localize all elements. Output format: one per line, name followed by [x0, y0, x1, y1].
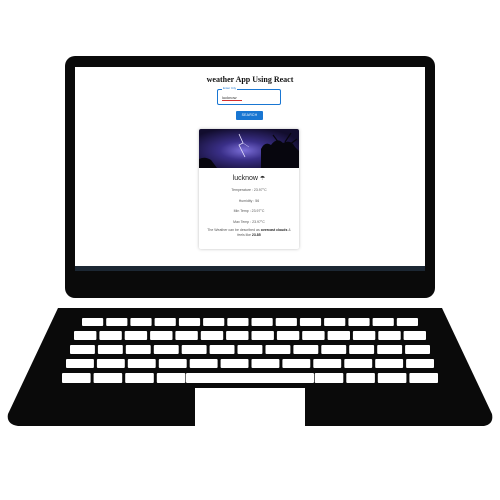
search-button[interactable]: SEARCH: [236, 111, 263, 120]
screen-footer-bar: [75, 266, 425, 271]
keyboard-key: [251, 359, 280, 368]
keyboard-key: [321, 345, 347, 354]
keyboard-key: [153, 345, 179, 354]
keyboard-key: [66, 359, 94, 368]
keyboard-key: [349, 345, 375, 354]
keyboard-key: [93, 373, 123, 383]
keyboard-key: [409, 373, 438, 383]
keyboard-key: [99, 331, 122, 340]
city-input[interactable]: Enter City lucknow: [217, 86, 281, 105]
keyboard-key: [74, 331, 97, 340]
keyboard-key: [352, 331, 376, 340]
spellcheck-underline: [222, 100, 242, 101]
keyboard-key: [158, 359, 187, 368]
keyboard-key: [405, 345, 430, 354]
keyboard-key: [200, 331, 224, 340]
keyboard-key: [181, 345, 207, 354]
keyboard-key: [237, 345, 263, 354]
keyboard-key: [127, 359, 156, 368]
keyboard-key: [220, 359, 249, 368]
weather-image: [199, 129, 299, 168]
keyboard-key: [327, 331, 350, 340]
min-temp-text: Min Temp : 23.97°C: [233, 209, 265, 213]
humidity-text: Humidity : 56: [238, 199, 260, 203]
keyboard-key: [282, 359, 311, 368]
feels-like-value: 23.85: [251, 233, 261, 237]
keyboard-key: [70, 345, 95, 354]
keyboard-key: [106, 318, 128, 326]
weather-card: lucknow ☂ Temperature : 23.97°C Humidity…: [199, 129, 299, 249]
keyboard-key: [275, 318, 297, 326]
keyboard-key: [124, 331, 148, 340]
keyboard-key: [227, 318, 249, 326]
app-screen: weather App Using React Enter City luckn…: [75, 67, 425, 271]
keyboard-key: [189, 359, 218, 368]
city-name: lucknow ☂: [199, 175, 299, 182]
keyboard-key: [396, 318, 418, 326]
keyboard-key: [178, 318, 201, 326]
keyboard-key: [125, 345, 151, 354]
keyboard-key: [130, 318, 152, 326]
keyboard-key: [156, 373, 186, 383]
keyboard-key: [377, 373, 407, 383]
keyboard-key: [154, 318, 176, 326]
temperature-text: Temperature : 23.97°C: [231, 188, 267, 192]
keyboard-key: [324, 318, 346, 326]
keyboard-key: [251, 318, 273, 326]
max-temp-text: Max Temp : 23.97°C: [233, 220, 265, 224]
keyboard-key: [372, 318, 394, 326]
keyboard-key: [125, 373, 154, 383]
keyboard-key: [97, 345, 123, 354]
cloud-rain-icon: ☂: [259, 176, 266, 182]
keyboard-key: [346, 373, 375, 383]
keyboard-key: [375, 359, 404, 368]
keyboard-key: [344, 359, 373, 368]
weather-description: The Weather can be described as overcast…: [207, 228, 291, 237]
keyboard-key: [302, 331, 325, 340]
keyboard-key: [203, 318, 225, 326]
keyboard-key: [96, 359, 125, 368]
weather-description-condition: overcast clouds: [260, 228, 288, 232]
keyboard-key: [251, 331, 274, 340]
keyboard-key: [378, 331, 401, 340]
keyboard-key: [348, 318, 370, 326]
keyboard-key: [82, 318, 104, 326]
keyboard-key: [62, 373, 91, 383]
keyboard-key: [226, 331, 249, 340]
keyboard-key: [293, 345, 319, 354]
keyboard-key: [406, 359, 434, 368]
keyboard-key: [150, 331, 173, 340]
keyboard-key: [313, 359, 342, 368]
keyboard-key: [175, 331, 198, 340]
trackpad: [195, 388, 305, 436]
keyboard-key: [299, 318, 322, 326]
keyboard-key: [276, 331, 300, 340]
keyboard-key: [209, 345, 235, 354]
keyboard-key: [377, 345, 403, 354]
spacebar-key: [186, 373, 314, 383]
keyboard-key: [403, 331, 426, 340]
keyboard-key: [314, 373, 344, 383]
keyboard-key: [265, 345, 291, 354]
city-input-label: Enter City: [222, 86, 238, 91]
page-title: weather App Using React: [206, 75, 294, 84]
city-name-text: lucknow: [232, 175, 258, 182]
